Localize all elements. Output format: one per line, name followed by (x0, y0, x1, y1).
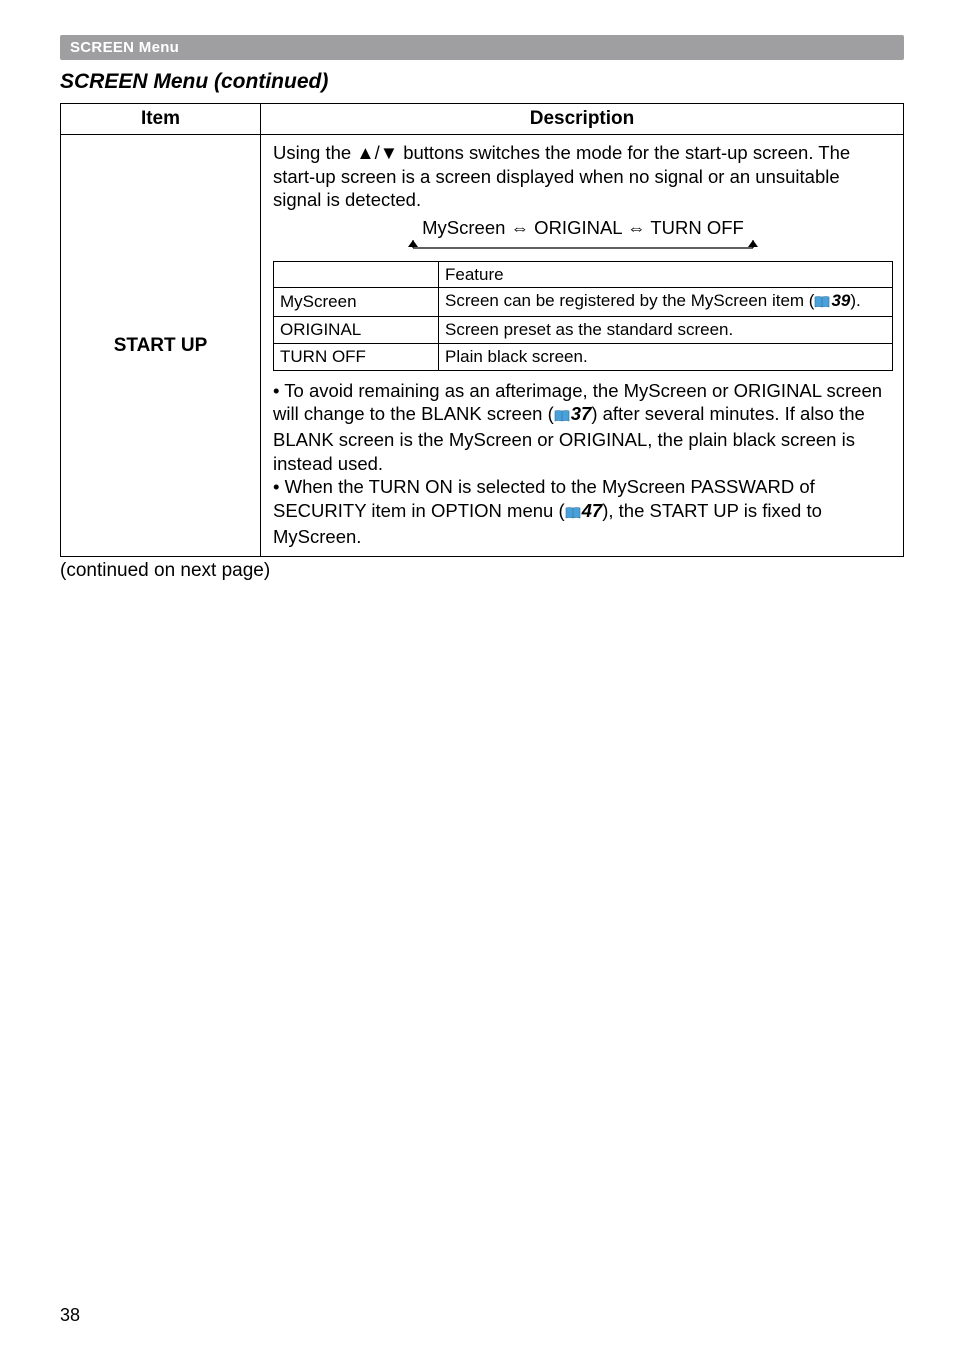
feature-row: TURN OFF Plain black screen. (274, 343, 893, 370)
mode-cycle: MyScreen ⇔ ORIGINAL ⇔ TURN OFF (273, 216, 893, 240)
item-name: START UP (61, 135, 261, 557)
page-ref: 39 (831, 291, 850, 310)
col-desc: Description (261, 104, 904, 135)
blank-cell (274, 261, 439, 288)
book-icon (814, 292, 830, 314)
item-description: Using the ▲/▼ buttons switches the mode … (261, 135, 904, 557)
feature-header-row: Feature (274, 261, 893, 288)
notes-block: • To avoid remaining as an afterimage, t… (273, 379, 893, 549)
opt-feature: Plain black screen. (439, 343, 893, 370)
loop-arrow-icon (273, 240, 893, 255)
col-item: Item (61, 104, 261, 135)
table-row: START UP Using the ▲/▼ buttons switches … (61, 135, 904, 557)
breadcrumb-bar: SCREEN Menu (60, 35, 904, 60)
book-icon (565, 501, 581, 525)
mode-cycle-text: MyScreen ⇔ ORIGINAL ⇔ TURN OFF (422, 216, 744, 240)
page-number: 38 (60, 1305, 80, 1326)
continued-note: (continued on next page) (60, 560, 904, 582)
section-title: SCREEN Menu (continued) (60, 70, 904, 94)
feat-text-b: ). (850, 291, 860, 310)
feature-table: Feature MyScreen Screen can be registere… (273, 261, 893, 371)
feature-head: Feature (439, 261, 893, 288)
feature-row: ORIGINAL Screen preset as the standard s… (274, 317, 893, 344)
page-ref: 47 (582, 500, 603, 521)
opt-feature: Screen can be registered by the MyScreen… (439, 288, 893, 317)
feature-row: MyScreen Screen can be registered by the… (274, 288, 893, 317)
feat-text-a: Screen can be registered by the MyScreen… (445, 291, 814, 310)
book-icon (554, 404, 570, 428)
opt-feature: Screen preset as the standard screen. (439, 317, 893, 344)
intro-text: Using the ▲/▼ buttons switches the mode … (273, 141, 893, 212)
menu-table: Item Description START UP Using the ▲/▼ … (60, 103, 904, 557)
opt-name: TURN OFF (274, 343, 439, 370)
page-ref: 37 (571, 403, 592, 424)
opt-name: MyScreen (274, 288, 439, 317)
opt-name: ORIGINAL (274, 317, 439, 344)
